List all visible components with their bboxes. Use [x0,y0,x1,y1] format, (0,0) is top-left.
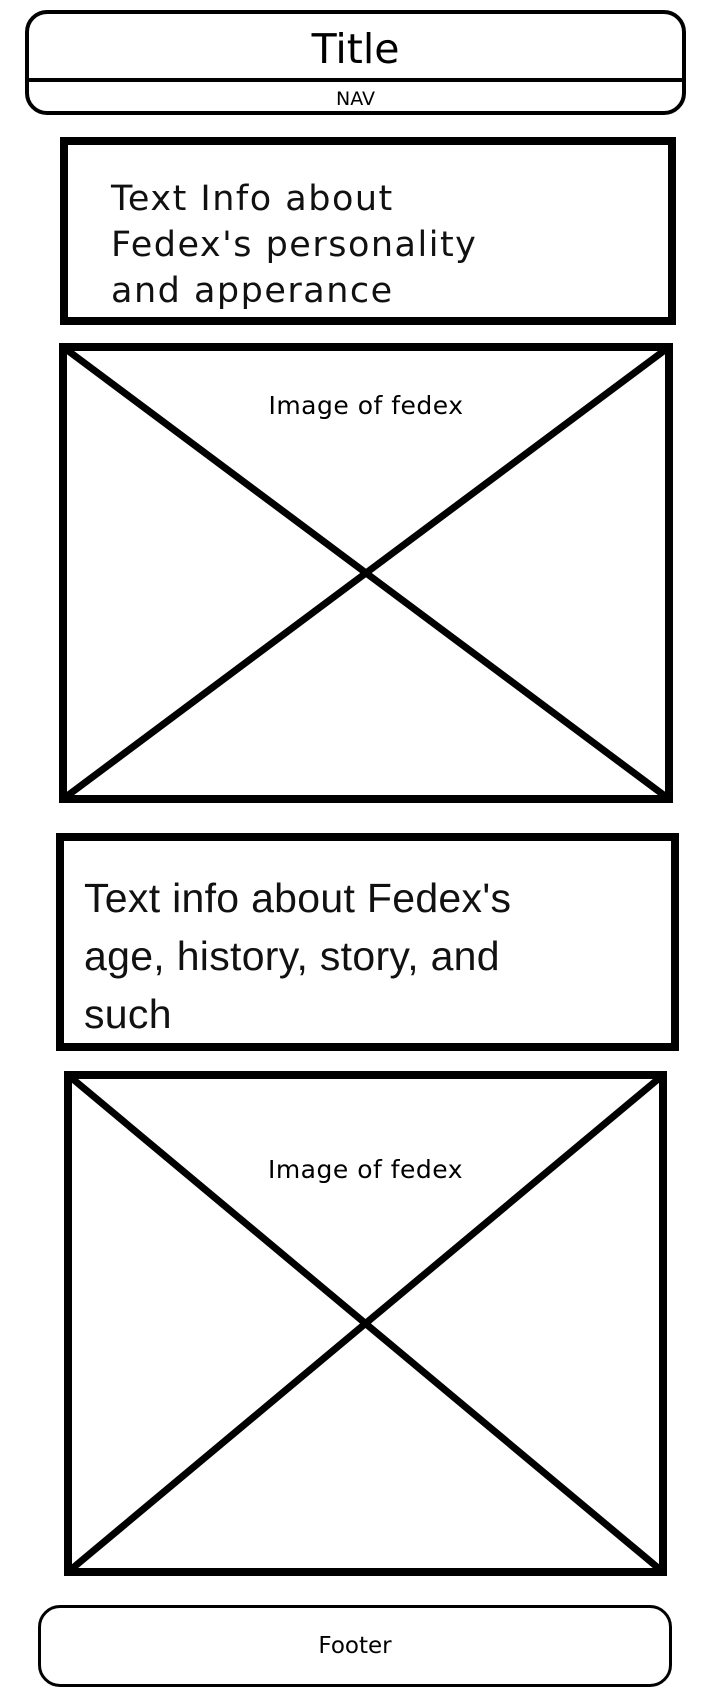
history-text-box: Text info about Fedex's age, history, st… [56,833,679,1051]
page-title: Title [311,24,400,73]
image-caption: Image of fedex [268,391,464,420]
history-text: Text info about Fedex's age, history, st… [84,875,512,1037]
image-placeholder-icon [64,1071,667,1576]
personality-text: Text Info about Fedex's personality and … [111,179,478,311]
nav-bar[interactable]: NAV [29,82,682,111]
image-caption: Image of fedex [267,1155,464,1184]
nav-label: NAV [336,87,375,110]
title-bar: Title [29,14,682,82]
personality-text-box: Text Info about Fedex's personality and … [60,137,676,325]
header: Title NAV [25,10,686,115]
footer: Footer [38,1605,672,1687]
image-placeholder-2: Image of fedex [64,1071,667,1576]
footer-label: Footer [318,1633,392,1659]
image-placeholder-1: Image of fedex [59,343,673,803]
